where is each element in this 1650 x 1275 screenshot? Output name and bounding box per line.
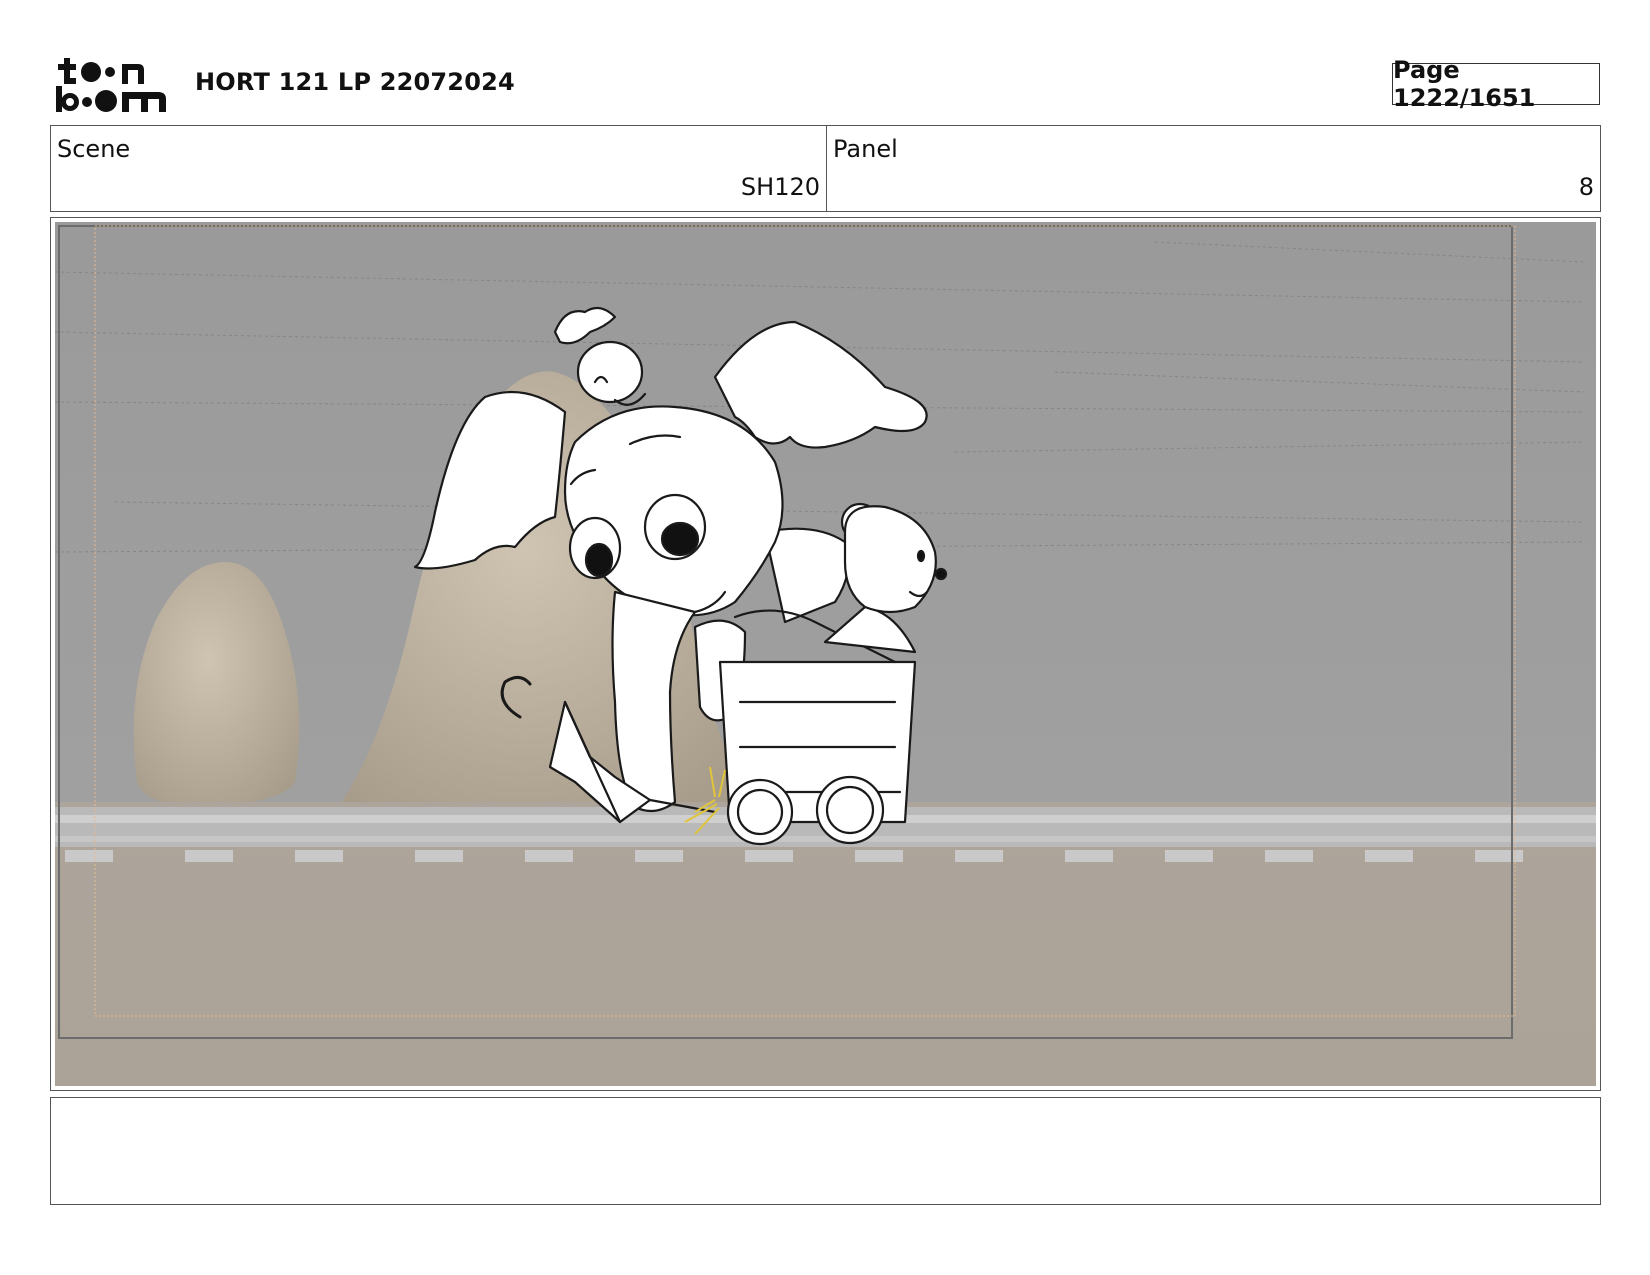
scene-label: Scene xyxy=(57,135,131,163)
storyboard-frame xyxy=(50,217,1601,1091)
toon-boom-logo xyxy=(56,58,166,112)
scene-panel-info: Scene SH120 Panel 8 xyxy=(50,125,1601,212)
scene-cell: Scene SH120 xyxy=(51,126,827,211)
panel-cell: Panel 8 xyxy=(827,126,1600,211)
notes-box xyxy=(50,1097,1601,1205)
document-title: HORT 121 LP 22072024 xyxy=(195,68,515,96)
scene-value: SH120 xyxy=(740,173,820,201)
page-number-badge: Page 1222/1651 xyxy=(1392,56,1600,112)
panel-label: Panel xyxy=(833,135,898,163)
panel-value: 8 xyxy=(1578,173,1594,201)
storyboard-drawing xyxy=(55,222,1596,1086)
